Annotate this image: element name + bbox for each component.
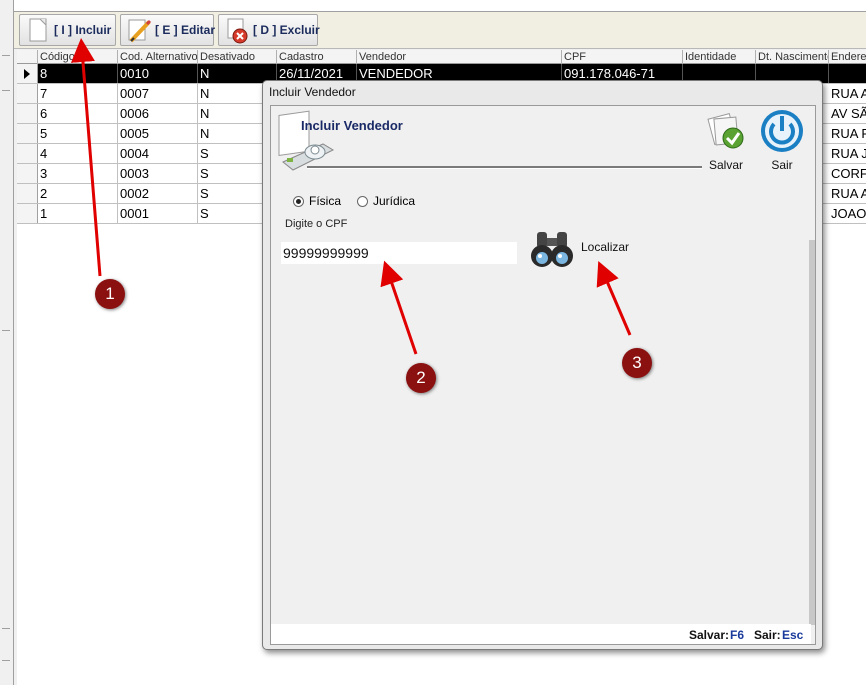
binoculars-icon: [531, 232, 573, 267]
col-desativado[interactable]: Desativado: [198, 50, 277, 64]
localizar-button[interactable]: Localizar: [529, 228, 639, 272]
radio-juridica-label: Jurídica: [373, 194, 416, 208]
header-divider: [307, 166, 702, 169]
status-salvar-label: Salvar:: [689, 628, 730, 642]
status-bar: Salvar: F6 Sair: Esc: [271, 624, 811, 644]
grid-header-indicator: [17, 50, 38, 64]
cell-codigo: 2: [38, 184, 118, 203]
radio-dot: [357, 195, 368, 207]
dialog-body: Incluir Vendedor Salvar Sair Física Jurí…: [270, 105, 816, 645]
cell-endereco: AV SÃ: [831, 106, 866, 121]
dialog-header-title: Incluir Vendedor: [301, 118, 403, 133]
excluir-button[interactable]: [ D ] Excluir: [218, 14, 320, 46]
save-check-icon: [707, 112, 744, 149]
status-sair-key: Esc: [782, 628, 804, 642]
radio-juridica[interactable]: Jurídica: [357, 194, 415, 208]
status-salvar-key: F6: [730, 628, 745, 642]
editar-button[interactable]: [ E ] Editar: [120, 14, 215, 46]
salvar-button[interactable]: Salvar: [703, 108, 749, 176]
dialog-scroll-strip: [809, 240, 815, 625]
col-dt-nascimento[interactable]: Dt. Nascimento: [756, 50, 829, 64]
cell-cod-alternativo: 0006: [118, 104, 198, 123]
cell-endereco: JOAO: [831, 206, 866, 221]
new-document-icon: [24, 16, 52, 44]
cell-cod-alternativo: 0001: [118, 204, 198, 223]
status-sair-label: Sair:: [754, 628, 781, 642]
grid-header: Código Cod. Alternativo Desativado Cadas…: [17, 50, 866, 64]
cell-cod-alternativo: 0003: [118, 164, 198, 183]
incluir-button[interactable]: [ I ] Incluir: [19, 14, 116, 46]
cell-endereco: RUA J: [831, 146, 866, 161]
cell-codigo: 6: [38, 104, 118, 123]
delete-icon: [223, 16, 251, 44]
power-icon: [761, 110, 803, 152]
cell-endereco: RUA A: [831, 186, 866, 201]
row-indicator: [17, 144, 38, 163]
annotation-marker-2: 2: [406, 363, 436, 393]
cell-codigo: 4: [38, 144, 118, 163]
annotation-marker-1: 1: [95, 279, 125, 309]
cpf-label: Digite o CPF: [285, 218, 348, 230]
sair-button[interactable]: Sair: [759, 108, 805, 176]
radio-fisica[interactable]: Física: [293, 194, 341, 208]
cell-endereco: CORF: [831, 166, 866, 181]
cpf-input[interactable]: [281, 242, 517, 264]
cell-codigo: 3: [38, 164, 118, 183]
col-cpf[interactable]: CPF: [562, 50, 683, 64]
cell-codigo: 7: [38, 84, 118, 103]
col-identidade[interactable]: Identidade: [683, 50, 756, 64]
cell-cod-alternativo: 0002: [118, 184, 198, 203]
cell-codigo: 5: [38, 124, 118, 143]
cell-cod-alternativo: 0010: [118, 64, 198, 83]
row-indicator: [17, 84, 38, 103]
top-bar: [14, 0, 866, 12]
radio-dot-selected: [293, 195, 304, 207]
col-cadastro[interactable]: Cadastro: [277, 50, 357, 64]
row-indicator: [17, 184, 38, 203]
annotation-marker-3: 3: [622, 348, 652, 378]
edit-pencil-icon: [125, 16, 153, 44]
cell-endereco: RUA F: [831, 126, 866, 141]
incluir-vendedor-dialog: Incluir Vendedor Incluir Vendedor Salvar: [262, 80, 823, 650]
current-row-arrow-icon: [24, 69, 30, 79]
cell-cod-alternativo: 0007: [118, 84, 198, 103]
dialog-title: Incluir Vendedor: [269, 85, 356, 99]
col-codigo[interactable]: Código: [38, 50, 118, 64]
cell-endereco: [829, 64, 866, 83]
row-indicator: [17, 104, 38, 123]
row-indicator: [17, 64, 38, 83]
row-indicator: [17, 124, 38, 143]
col-endereco[interactable]: Endereço: [829, 50, 866, 64]
toolbar: [ I ] Incluir [ E ] Editar [ D ] Excluir: [14, 12, 866, 49]
col-vendedor[interactable]: Vendedor: [357, 50, 562, 64]
cell-codigo: 8: [38, 64, 118, 83]
col-cod-alternativo[interactable]: Cod. Alternativo: [118, 50, 198, 64]
cell-cod-alternativo: 0005: [118, 124, 198, 143]
cell-cod-alternativo: 0004: [118, 144, 198, 163]
cell-endereco: RUA A: [831, 86, 866, 101]
row-indicator: [17, 204, 38, 223]
cell-codigo: 1: [38, 204, 118, 223]
left-frame: [0, 0, 14, 685]
radio-fisica-label: Física: [309, 194, 342, 208]
row-indicator: [17, 164, 38, 183]
